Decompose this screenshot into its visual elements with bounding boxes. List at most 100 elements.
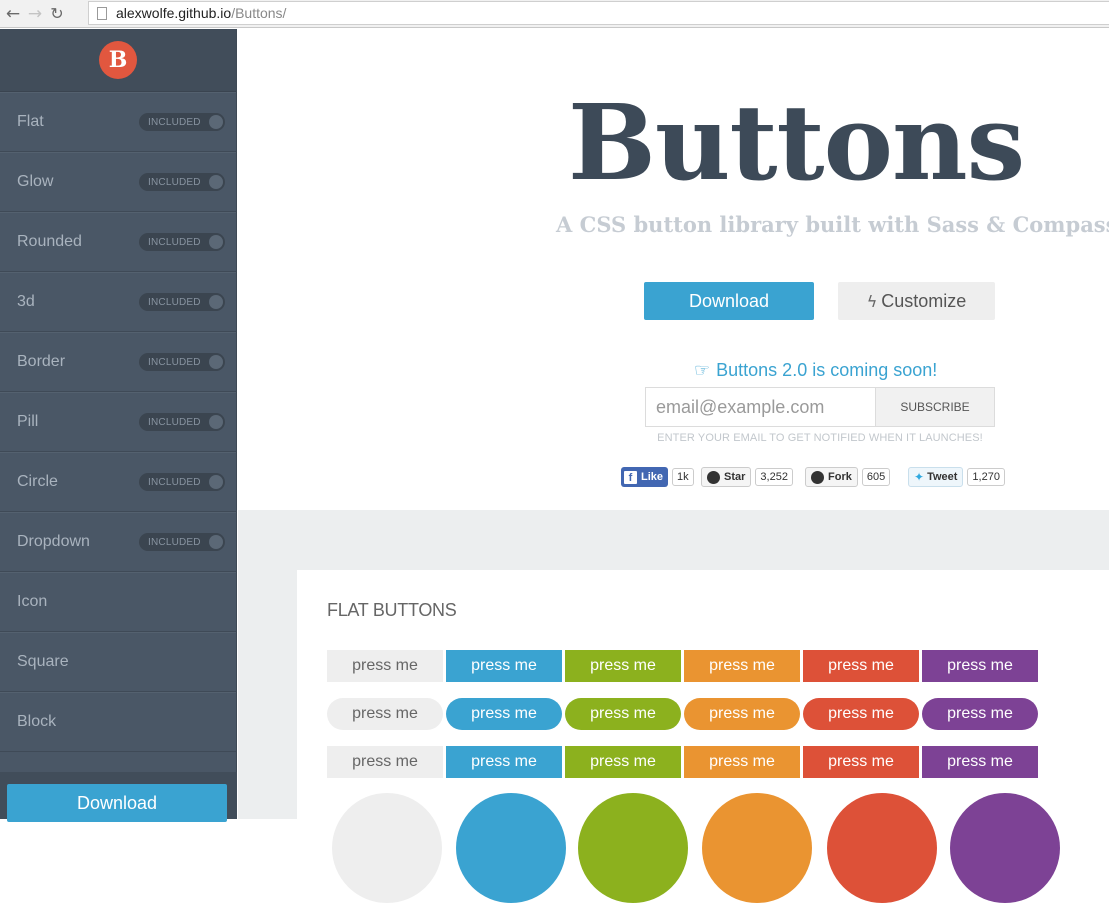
twitter-bird-icon: ✦ (914, 470, 925, 484)
star-button[interactable]: Star (701, 467, 752, 487)
page-icon (97, 6, 107, 20)
section-title: FLAT BUTTONS (327, 600, 457, 620)
press-me-button-purple[interactable]: press me (922, 746, 1038, 778)
button-row-square: press me press me press me press me pres… (327, 650, 1041, 682)
sidebar-item-circle[interactable]: Circle INCLUDED (0, 452, 236, 512)
sidebar-item-block[interactable]: Block (0, 692, 236, 752)
sidebar-item-3d[interactable]: 3d INCLUDED (0, 272, 236, 332)
press-me-button-red[interactable]: press me (803, 698, 919, 730)
customize-button[interactable]: ϟ Customize (838, 282, 995, 320)
circle-button-red[interactable] (827, 793, 937, 903)
email-field[interactable] (645, 387, 876, 427)
included-toggle[interactable]: INCLUDED (139, 413, 225, 431)
reload-icon[interactable]: ↻ (46, 3, 68, 25)
facebook-icon: f (624, 470, 637, 484)
sidebar-item-icon[interactable]: Icon (0, 572, 236, 632)
press-me-button-orange[interactable]: press me (684, 698, 800, 730)
press-me-button-gray[interactable]: press me (327, 746, 443, 778)
url-host: alexwolfe.github.io (116, 5, 232, 21)
included-toggle[interactable]: INCLUDED (139, 233, 225, 251)
circle-button-orange[interactable] (702, 793, 812, 903)
included-badge: INCLUDED (148, 296, 201, 308)
press-me-button-gray[interactable]: press me (327, 698, 443, 730)
sidebar-header: B (0, 29, 236, 92)
toggle-knob (209, 175, 223, 189)
toggle-knob (209, 415, 223, 429)
sidebar-download-button[interactable]: Download (7, 784, 227, 822)
coming-soon-text: Buttons 2.0 is coming soon! (716, 360, 938, 380)
sidebar-footer: Download (0, 772, 237, 822)
circle-button-green[interactable] (578, 793, 688, 903)
press-me-button-blue[interactable]: press me (446, 698, 562, 730)
sidebar-item-flat[interactable]: Flat INCLUDED (0, 92, 236, 152)
sidebar-item-pill[interactable]: Pill INCLUDED (0, 392, 236, 452)
press-me-button-gray[interactable]: press me (327, 650, 443, 682)
sidebar-item-label: Rounded (17, 233, 82, 250)
press-me-button-purple[interactable]: press me (922, 650, 1038, 682)
included-badge: INCLUDED (148, 536, 201, 548)
tweet-button[interactable]: ✦ Tweet (908, 467, 964, 487)
included-toggle[interactable]: INCLUDED (139, 113, 225, 131)
coming-soon-banner: ☞ Buttons 2.0 is coming soon! (694, 360, 937, 381)
press-me-button-green[interactable]: press me (565, 650, 681, 682)
sidebar-item-rounded[interactable]: Rounded INCLUDED (0, 212, 236, 272)
page-subtitle: A CSS button library built with Sass & C… (556, 212, 1109, 237)
sidebar-item-label: Border (17, 353, 66, 370)
toggle-knob (209, 115, 223, 129)
toggle-knob (209, 355, 223, 369)
press-me-button-orange[interactable]: press me (684, 746, 800, 778)
url-path: /Buttons/ (231, 5, 287, 21)
browser-toolbar: ← → ↻ alexwolfe.github.io/Buttons/ (0, 0, 1109, 28)
toggle-knob (209, 235, 223, 249)
star-label: Star (724, 471, 746, 483)
included-toggle[interactable]: INCLUDED (139, 293, 225, 311)
included-badge: INCLUDED (148, 416, 201, 428)
circle-button-purple[interactable] (950, 793, 1060, 903)
sidebar-item-border[interactable]: Border INCLUDED (0, 332, 236, 392)
fork-button[interactable]: Fork (805, 467, 858, 487)
download-button[interactable]: Download (644, 282, 814, 320)
included-toggle[interactable]: INCLUDED (139, 533, 225, 551)
included-badge: INCLUDED (148, 476, 201, 488)
press-me-button-orange[interactable]: press me (684, 650, 800, 682)
included-badge: INCLUDED (148, 356, 201, 368)
github-icon (707, 470, 720, 484)
sidebar-item-label: Glow (17, 173, 54, 190)
toggle-knob (209, 295, 223, 309)
press-me-button-red[interactable]: press me (803, 650, 919, 682)
press-me-button-purple[interactable]: press me (922, 698, 1038, 730)
like-label: Like (641, 471, 664, 483)
sidebar-item-dropdown[interactable]: Dropdown INCLUDED (0, 512, 236, 572)
included-toggle[interactable]: INCLUDED (139, 473, 225, 491)
logo[interactable]: B (99, 41, 137, 79)
included-toggle[interactable]: INCLUDED (139, 173, 225, 191)
back-arrow-icon[interactable]: ← (2, 3, 24, 25)
sidebar-item-label: Dropdown (17, 533, 90, 550)
like-button[interactable]: f Like (621, 467, 669, 487)
included-badge: INCLUDED (148, 176, 201, 188)
github-icon (811, 470, 824, 484)
github-fork: Fork 605 (805, 467, 891, 487)
like-count: 1k (672, 468, 694, 486)
sidebar-item-square[interactable]: Square (0, 632, 236, 692)
circle-button-gray[interactable] (332, 793, 442, 903)
circle-button-blue[interactable] (456, 793, 566, 903)
press-me-button-blue[interactable]: press me (446, 746, 562, 778)
customize-label: Customize (881, 290, 967, 311)
included-badge: INCLUDED (148, 116, 201, 128)
included-toggle[interactable]: INCLUDED (139, 353, 225, 371)
sidebar-item-glow[interactable]: Glow INCLUDED (0, 152, 236, 212)
hero: Buttons A CSS button library built with … (238, 29, 1109, 510)
subscribe-button[interactable]: SUBSCRIBE (875, 387, 995, 427)
sidebar-item-label: Circle (17, 473, 58, 490)
sidebar: B Flat INCLUDED Glow INCLUDED Rounded IN… (0, 29, 237, 822)
press-me-button-green[interactable]: press me (565, 698, 681, 730)
fork-label: Fork (828, 471, 852, 483)
press-me-button-red[interactable]: press me (803, 746, 919, 778)
address-bar[interactable]: alexwolfe.github.io/Buttons/ (88, 1, 1109, 25)
facebook-like: f Like 1k (621, 467, 694, 487)
sidebar-item-label: Pill (17, 413, 39, 430)
press-me-button-blue[interactable]: press me (446, 650, 562, 682)
forward-arrow-icon[interactable]: → (24, 3, 46, 25)
press-me-button-green[interactable]: press me (565, 746, 681, 778)
